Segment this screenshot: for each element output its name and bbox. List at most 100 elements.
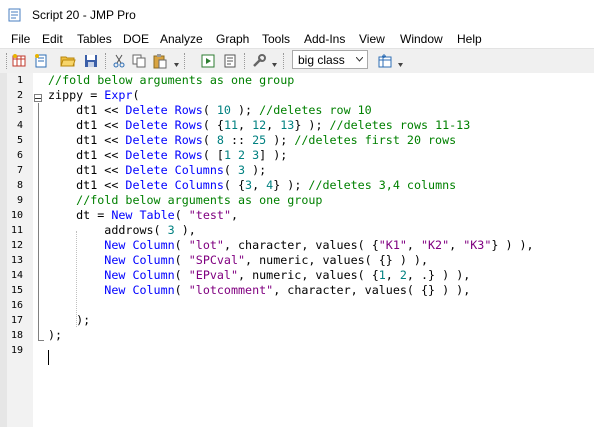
- code-line: New Column( "lotcomment", character, val…: [48, 283, 470, 298]
- code-token: 25: [252, 133, 267, 147]
- code-token: 1: [378, 268, 386, 282]
- menu-graph[interactable]: Graph: [216, 32, 249, 46]
- copy-icon[interactable]: [131, 53, 147, 69]
- code-line: );: [48, 328, 62, 343]
- code-token: , character, values( {} ) ),: [273, 283, 471, 297]
- code-token: ,: [449, 238, 464, 252]
- code-token: ::: [223, 133, 253, 147]
- code-token: New Column: [104, 283, 175, 297]
- line-number: 5: [16, 135, 23, 146]
- data-table-dropdown-icon[interactable]: [398, 63, 403, 67]
- editor-margin: [0, 73, 7, 427]
- code-token: , character, values( {: [223, 238, 379, 252]
- code-token: ,: [266, 118, 281, 132]
- line-number: 2: [16, 90, 23, 101]
- code-token: 3: [167, 223, 175, 237]
- save-icon[interactable]: [83, 53, 99, 69]
- code-token: "K3": [463, 238, 492, 252]
- code-token: "test": [188, 208, 231, 222]
- data-table-icon[interactable]: [377, 53, 393, 69]
- menu-file[interactable]: File: [11, 32, 30, 46]
- new-data-table-icon[interactable]: [11, 53, 27, 69]
- code-token: ),: [174, 223, 196, 237]
- open-folder-icon[interactable]: [60, 53, 76, 69]
- code-token: } );: [273, 178, 309, 192]
- code-token: 13: [280, 118, 295, 132]
- line-number: 19: [10, 345, 23, 356]
- wrench-dropdown-icon[interactable]: [272, 63, 277, 67]
- code-token: ,: [231, 208, 239, 222]
- menu-edit[interactable]: Edit: [42, 32, 63, 46]
- menu-view[interactable]: View: [359, 32, 385, 46]
- code-line: addrows( 3 ),: [48, 223, 196, 238]
- code-token: "K1": [378, 238, 407, 252]
- code-token: dt =: [48, 208, 112, 222]
- code-line: dt1 << Delete Columns( {3, 4} ); //delet…: [48, 178, 456, 193]
- menu-analyze[interactable]: Analyze: [160, 32, 203, 46]
- line-number: 13: [10, 255, 23, 266]
- code-token: ( {: [202, 118, 224, 132]
- line-number: 16: [10, 300, 23, 311]
- menu-doe[interactable]: DOE: [123, 32, 149, 46]
- fold-guide-line: [38, 103, 39, 340]
- code-token: zippy =: [48, 88, 105, 102]
- line-number: 11: [10, 225, 23, 236]
- code-token: Delete Rows: [125, 103, 203, 117]
- minus-icon: [35, 98, 41, 99]
- script-page-icon[interactable]: [222, 53, 238, 69]
- run-script-icon[interactable]: [200, 53, 216, 69]
- line-number: 1: [16, 75, 23, 86]
- code-token: dt1 <<: [48, 148, 126, 162]
- code-token: Delete Rows: [125, 133, 203, 147]
- code-line: dt = New Table( "test",: [48, 208, 238, 223]
- line-number: 10: [10, 210, 23, 221]
- paste-icon[interactable]: [152, 53, 168, 69]
- code-token: (: [174, 283, 189, 297]
- code-line: //fold below arguments as one group: [48, 73, 294, 88]
- code-token: 1 2 3: [223, 148, 260, 162]
- code-token: (: [174, 238, 189, 252]
- code-token: "SPCval": [188, 253, 246, 267]
- code-token: Expr: [104, 88, 133, 102]
- menu-window[interactable]: Window: [400, 32, 443, 46]
- text-caret: [48, 350, 49, 365]
- menu-add-ins[interactable]: Add-Ins: [304, 32, 345, 46]
- code-token: New Column: [104, 253, 175, 267]
- code-token: 12: [252, 118, 267, 132]
- code-token: ,: [385, 268, 400, 282]
- code-token: 10: [216, 103, 231, 117]
- menu-tables[interactable]: Tables: [77, 32, 112, 46]
- code-token: (: [174, 253, 189, 267]
- data-table-select[interactable]: big class: [292, 50, 368, 69]
- code-line: //fold below arguments as one group: [48, 193, 322, 208]
- line-number: 14: [10, 270, 23, 281]
- wrench-icon[interactable]: [251, 53, 267, 69]
- code-line: zippy = Expr(: [48, 88, 140, 103]
- code-token: //deletes row 10: [259, 103, 372, 117]
- code-line: dt1 << Delete Rows( [1 2 3] );: [48, 148, 287, 163]
- code-token: ( {: [223, 178, 246, 192]
- paste-dropdown-icon[interactable]: [174, 63, 179, 67]
- code-token: //deletes first 20 rows: [294, 133, 457, 147]
- code-token: "lotcomment": [188, 283, 274, 297]
- code-token: //fold below arguments as one group: [48, 73, 295, 87]
- code-token: //fold below arguments as one group: [76, 193, 323, 207]
- code-token: , numeric, values( {: [238, 268, 379, 282]
- new-script-icon[interactable]: [33, 53, 49, 69]
- toolbar-separator: [105, 53, 107, 69]
- code-token: ,: [406, 238, 421, 252]
- code-token: //deletes 3,4 columns: [308, 178, 457, 192]
- code-token: //deletes rows 11-13: [329, 118, 471, 132]
- cut-icon[interactable]: [111, 53, 127, 69]
- code-token: dt1 <<: [48, 103, 126, 117]
- code-token: );: [48, 328, 63, 342]
- menu-help[interactable]: Help: [457, 32, 482, 46]
- code-token: ( [: [202, 148, 224, 162]
- menu-tools[interactable]: Tools: [262, 32, 290, 46]
- line-number: 8: [16, 180, 23, 191]
- menu-bar: File Edit Tables DOE Analyze Graph Tools…: [0, 30, 594, 48]
- code-line: New Column( "SPCval", numeric, values( {…: [48, 253, 428, 268]
